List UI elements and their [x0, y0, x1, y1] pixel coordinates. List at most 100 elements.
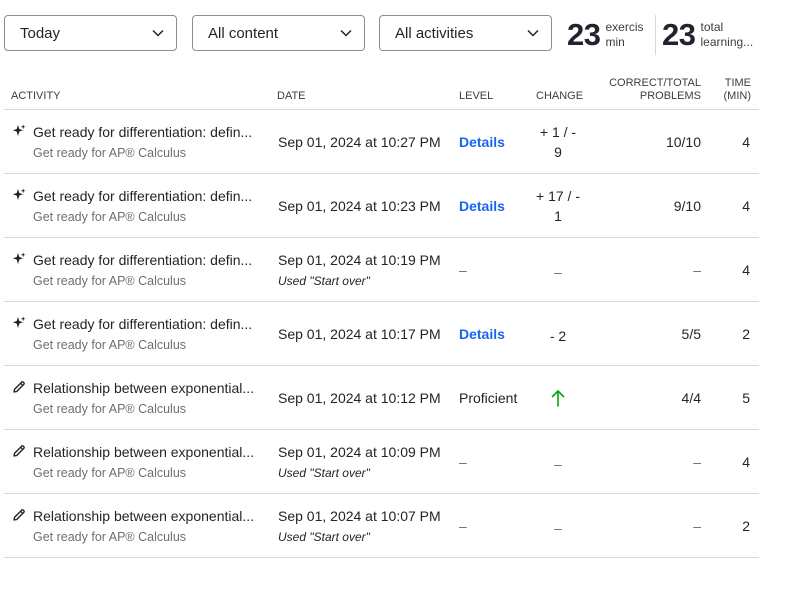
total-learning-label-line1: total	[700, 20, 724, 34]
header-correct-line1: CORRECT/TOTAL	[609, 77, 701, 89]
activity-title-link[interactable]: Get ready for differentiation: defin...	[33, 252, 265, 268]
table-row: Get ready for differentiation: defin... …	[4, 110, 759, 174]
start-over-note: Used "Start over"	[278, 466, 370, 480]
details-link[interactable]: Details	[459, 326, 505, 342]
time-filter-select[interactable]: Today	[4, 15, 177, 51]
activity-date: Sep 01, 2024 at 10:27 PM	[278, 134, 441, 150]
activity-course: Get ready for AP® Calculus	[33, 146, 187, 160]
level-value: –	[459, 518, 467, 534]
stat-divider	[655, 15, 656, 55]
total-learning-stat: 23 total learning...	[662, 15, 766, 55]
time-minutes: 5	[742, 390, 750, 406]
arrow-up-icon	[551, 390, 565, 407]
change-value: + 1 / - 9	[528, 122, 588, 162]
time-minutes: 4	[742, 262, 750, 278]
content-filter-value: All content	[208, 24, 279, 42]
activity-date: Sep 01, 2024 at 10:23 PM	[278, 198, 441, 214]
time-minutes: 4	[742, 198, 750, 214]
exercise-minutes-label-line2: min	[605, 35, 625, 49]
exercise-minutes-value: 23	[567, 17, 601, 52]
pencil-icon	[13, 509, 25, 521]
details-link[interactable]: Details	[459, 198, 505, 214]
filter-bar: Today All content All activities 23 exer…	[4, 15, 788, 55]
content-filter-select[interactable]: All content	[192, 15, 365, 51]
change-line1: + 1 / -	[539, 124, 577, 140]
correct-total: 10/10	[665, 134, 701, 150]
table-row: Relationship between exponential... Get …	[4, 430, 759, 494]
exercise-minutes-label: exercis min	[605, 20, 643, 50]
table-row: Get ready for differentiation: defin... …	[4, 302, 759, 366]
total-learning-label: total learning...	[700, 20, 753, 50]
correct-total: –	[693, 454, 701, 470]
change-value: –	[554, 520, 562, 536]
header-correct-total: CORRECT/TOTAL PROBLEMS	[609, 77, 701, 103]
chevron-down-icon	[527, 29, 539, 37]
header-time: TIME (MIN)	[724, 77, 752, 103]
level-value: –	[459, 262, 467, 278]
correct-total: –	[693, 262, 701, 278]
activity-course: Get ready for AP® Calculus	[33, 210, 187, 224]
activity-title-link[interactable]: Get ready for differentiation: defin...	[33, 316, 265, 332]
correct-total: –	[693, 518, 701, 534]
header-activity: ACTIVITY	[11, 90, 61, 102]
start-over-note: Used "Start over"	[278, 530, 370, 544]
pencil-icon	[13, 445, 25, 457]
activity-table: ACTIVITY DATE LEVEL CHANGE CORRECT/TOTAL…	[4, 72, 759, 558]
activity-title-link[interactable]: Relationship between exponential...	[33, 444, 265, 460]
time-minutes: 2	[742, 518, 750, 534]
activity-title-link[interactable]: Get ready for differentiation: defin...	[33, 124, 265, 140]
activity-date: Sep 01, 2024 at 10:12 PM	[278, 390, 441, 406]
level-value: –	[459, 454, 467, 470]
change-value: –	[554, 456, 562, 472]
header-level: LEVEL	[459, 90, 494, 102]
activity-date: Sep 01, 2024 at 10:17 PM	[278, 326, 441, 342]
table-row: Get ready for differentiation: defin... …	[4, 174, 759, 238]
activity-title-link[interactable]: Get ready for differentiation: defin...	[33, 188, 265, 204]
activity-title-link[interactable]: Relationship between exponential...	[33, 508, 265, 524]
exercise-minutes-stat: 23 exercis min	[567, 15, 651, 55]
change-value: - 2	[549, 328, 567, 344]
time-filter-value: Today	[20, 24, 61, 42]
correct-total: 5/5	[681, 326, 701, 342]
table-row: Relationship between exponential... Get …	[4, 366, 759, 430]
details-link[interactable]: Details	[459, 134, 505, 150]
change-value: + 17 / - 1	[528, 186, 588, 226]
chevron-down-icon	[152, 29, 164, 37]
sparkle-icon	[13, 316, 26, 328]
change-value: –	[554, 264, 562, 280]
header-time-line2: (MIN)	[723, 90, 752, 102]
sparkle-icon	[13, 124, 26, 136]
time-minutes: 4	[742, 134, 750, 150]
activity-course: Get ready for AP® Calculus	[33, 274, 187, 288]
start-over-note: Used "Start over"	[278, 274, 370, 288]
table-row: Get ready for differentiation: defin... …	[4, 238, 759, 302]
change-line2: 9	[554, 144, 562, 160]
table-header: ACTIVITY DATE LEVEL CHANGE CORRECT/TOTAL…	[4, 72, 759, 110]
pencil-icon	[13, 381, 25, 393]
activity-date: Sep 01, 2024 at 10:09 PM	[278, 444, 441, 460]
activity-date: Sep 01, 2024 at 10:19 PM	[278, 252, 441, 268]
table-row: Relationship between exponential... Get …	[4, 494, 759, 558]
activity-date: Sep 01, 2024 at 10:07 PM	[278, 508, 441, 524]
activity-course: Get ready for AP® Calculus	[33, 402, 187, 416]
activity-course: Get ready for AP® Calculus	[33, 530, 187, 544]
activity-course: Get ready for AP® Calculus	[33, 338, 187, 352]
sparkle-icon	[13, 252, 26, 264]
header-time-line1: TIME	[724, 77, 751, 89]
total-learning-label-line2: learning...	[700, 35, 754, 49]
activity-course: Get ready for AP® Calculus	[33, 466, 187, 480]
header-date: DATE	[277, 90, 306, 102]
time-minutes: 4	[742, 454, 750, 470]
change-line1: + 17 / -	[536, 188, 580, 204]
activities-filter-value: All activities	[395, 24, 474, 42]
header-change: CHANGE	[536, 90, 584, 102]
change-line2: 1	[554, 208, 562, 224]
header-correct-line2: PROBLEMS	[639, 90, 701, 102]
sparkle-icon	[13, 188, 26, 200]
activity-title-link[interactable]: Relationship between exponential...	[33, 380, 265, 396]
exercise-minutes-label-line1: exercis	[605, 20, 644, 34]
correct-total: 9/10	[673, 198, 701, 214]
total-learning-value: 23	[662, 17, 696, 52]
chevron-down-icon	[340, 29, 352, 37]
activities-filter-select[interactable]: All activities	[379, 15, 552, 51]
